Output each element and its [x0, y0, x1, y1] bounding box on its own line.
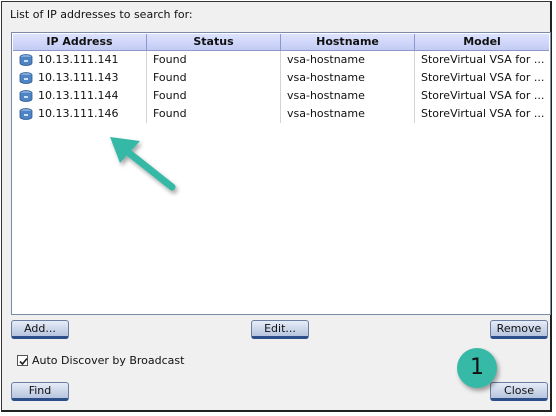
- remove-button[interactable]: Remove: [490, 320, 548, 339]
- edit-button[interactable]: Edit...: [251, 320, 309, 339]
- hostname-cell: vsa-hostname: [281, 87, 415, 105]
- storage-node-icon: [19, 108, 33, 120]
- table-row[interactable]: 10.13.111.146 Found vsa-hostname StoreVi…: [13, 105, 549, 123]
- status-cell: Found: [147, 69, 281, 87]
- model-cell: StoreVirtual VSA for ...: [421, 53, 545, 66]
- storage-node-icon: [19, 54, 33, 66]
- hostname-cell: vsa-hostname: [281, 51, 415, 69]
- column-header-status[interactable]: Status: [147, 34, 281, 50]
- model-cell: StoreVirtual VSA for ...: [421, 107, 545, 120]
- auto-discover-label: Auto Discover by Broadcast: [32, 354, 185, 367]
- table-row[interactable]: 10.13.111.141 Found vsa-hostname StoreVi…: [13, 51, 549, 69]
- hostname-cell: vsa-hostname: [281, 105, 415, 123]
- auto-discover-checkbox[interactable]: [17, 355, 28, 366]
- model-cell: StoreVirtual VSA for ...: [421, 89, 545, 102]
- ip-cell: 10.13.111.146: [13, 105, 147, 123]
- close-button[interactable]: Close: [490, 382, 548, 401]
- column-header-ip-address[interactable]: IP Address: [13, 34, 147, 50]
- storage-node-icon: [19, 72, 33, 84]
- storage-node-icon: [19, 90, 33, 102]
- status-cell: Found: [147, 105, 281, 123]
- table-row[interactable]: 10.13.111.143 Found vsa-hostname StoreVi…: [13, 69, 549, 87]
- ip-address-text: 10.13.111.141: [38, 53, 119, 66]
- find-button[interactable]: Find: [11, 382, 69, 401]
- column-header-model[interactable]: Model: [415, 34, 549, 50]
- model-cell: StoreVirtual VSA for ...: [421, 71, 545, 84]
- ip-cell: 10.13.111.144: [13, 87, 147, 105]
- step-number-badge: 1: [457, 348, 497, 388]
- status-cell: Found: [147, 87, 281, 105]
- list-heading: List of IP addresses to search for:: [10, 8, 193, 21]
- ip-cell: 10.13.111.143: [13, 69, 147, 87]
- checkmark-icon: [19, 357, 28, 366]
- table-row[interactable]: 10.13.111.144 Found vsa-hostname StoreVi…: [13, 87, 549, 105]
- ip-address-text: 10.13.111.144: [38, 89, 119, 102]
- pointer-arrow-icon: [110, 137, 176, 191]
- add-button[interactable]: Add...: [11, 320, 69, 339]
- hostname-cell: vsa-hostname: [281, 69, 415, 87]
- ip-address-table: IP Address Status Hostname Model 10.13.1…: [11, 32, 551, 315]
- table-header: IP Address Status Hostname Model: [13, 34, 549, 51]
- status-cell: Found: [147, 51, 281, 69]
- ip-cell: 10.13.111.141: [13, 51, 147, 69]
- column-header-hostname[interactable]: Hostname: [281, 34, 415, 50]
- ip-address-text: 10.13.111.146: [38, 107, 119, 120]
- ip-address-text: 10.13.111.143: [38, 71, 119, 84]
- auto-discover-option[interactable]: Auto Discover by Broadcast: [17, 354, 184, 367]
- table-body: 10.13.111.141 Found vsa-hostname StoreVi…: [13, 51, 549, 123]
